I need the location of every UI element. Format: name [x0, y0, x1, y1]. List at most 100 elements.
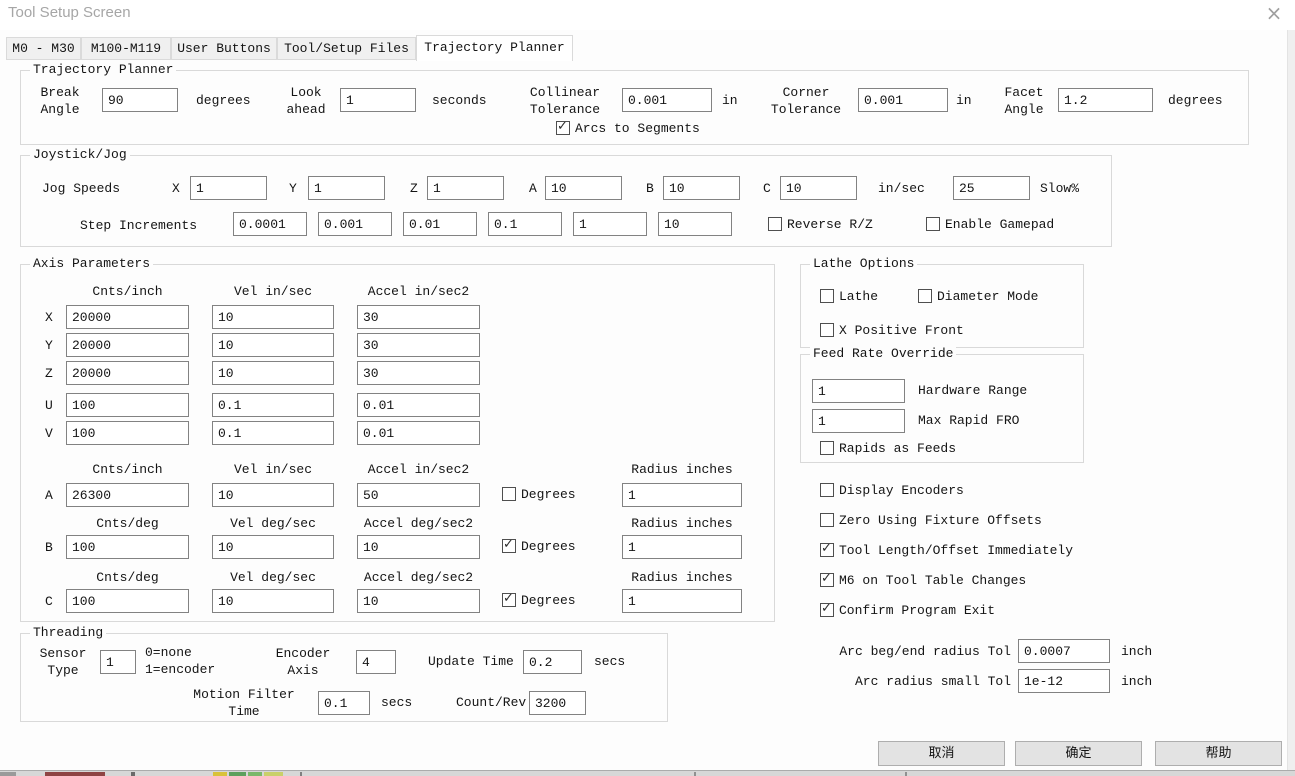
- encoder-axis-input[interactable]: [356, 650, 396, 674]
- update-time-input[interactable]: [523, 650, 582, 674]
- step-increment-5-input[interactable]: [573, 212, 647, 236]
- look-ahead-input[interactable]: [340, 88, 416, 112]
- axis-z-accel-input[interactable]: [357, 361, 480, 385]
- tool-setup-dialog: Tool Setup Screen × M0 - M30 M100-M119 U…: [0, 0, 1295, 776]
- break-angle-input[interactable]: [102, 88, 178, 112]
- axis-a-degrees-checkbox[interactable]: [502, 487, 516, 501]
- jog-speed-b-input[interactable]: [663, 176, 740, 200]
- display-encoders-label: Display Encoders: [839, 482, 964, 499]
- axis-u-cnts-input[interactable]: [66, 393, 189, 417]
- diameter-mode-checkbox[interactable]: [918, 289, 932, 303]
- axis-z-vel-input[interactable]: [212, 361, 334, 385]
- axis-c-vel-input[interactable]: [212, 589, 334, 613]
- slow-percent-input[interactable]: [953, 176, 1030, 200]
- help-button[interactable]: 帮助: [1155, 741, 1282, 766]
- ok-button[interactable]: 确定: [1015, 741, 1142, 766]
- slow-percent-label: Slow%: [1040, 180, 1079, 197]
- axis-c-header-cnts: Cnts/deg: [66, 569, 189, 586]
- motion-filter-time-unit: secs: [381, 694, 412, 711]
- tool-length-offset-immediately-checkbox[interactable]: [820, 543, 834, 557]
- corner-tolerance-input[interactable]: [858, 88, 948, 112]
- count-rev-input[interactable]: [529, 691, 586, 715]
- display-encoders-checkbox[interactable]: [820, 483, 834, 497]
- axis-x-accel-input[interactable]: [357, 305, 480, 329]
- axis-c-radius-input[interactable]: [622, 589, 742, 613]
- close-icon[interactable]: ×: [1259, 0, 1289, 26]
- motion-filter-time-input[interactable]: [318, 691, 370, 715]
- facet-angle-input[interactable]: [1058, 88, 1153, 112]
- jog-speed-a-input[interactable]: [545, 176, 622, 200]
- axis-a-cnts-input[interactable]: [66, 483, 189, 507]
- lathe-checkbox[interactable]: [820, 289, 834, 303]
- axis-b-vel-input[interactable]: [212, 535, 334, 559]
- step-increments-label: Step Increments: [80, 217, 197, 234]
- jog-axis-z-label: Z: [410, 180, 418, 197]
- arc-beg-end-radius-tol-input[interactable]: [1018, 639, 1110, 663]
- axis-u-vel-input[interactable]: [212, 393, 334, 417]
- title-bar: Tool Setup Screen ×: [0, 0, 1295, 30]
- tab-trajectory-planner[interactable]: Trajectory Planner: [416, 35, 573, 61]
- max-rapid-fro-input[interactable]: [812, 409, 905, 433]
- axis-c-cnts-input[interactable]: [66, 589, 189, 613]
- axis-a-header-radius: Radius inches: [622, 461, 742, 478]
- hardware-range-input[interactable]: [812, 379, 905, 403]
- axis-c-accel-input[interactable]: [357, 589, 480, 613]
- step-increment-3-input[interactable]: [403, 212, 477, 236]
- tool-length-offset-immediately-label: Tool Length/Offset Immediately: [839, 542, 1073, 559]
- corner-tolerance-unit: in: [956, 92, 972, 109]
- arc-radius-small-tol-input[interactable]: [1018, 669, 1110, 693]
- m6-on-tool-table-changes-checkbox[interactable]: [820, 573, 834, 587]
- right-edge-scrollbar[interactable]: [1287, 30, 1295, 770]
- axis-y-vel-input[interactable]: [212, 333, 334, 357]
- axis-y-accel-input[interactable]: [357, 333, 480, 357]
- zero-using-fixture-offsets-checkbox[interactable]: [820, 513, 834, 527]
- tab-m0-m30[interactable]: M0 - M30: [6, 37, 81, 60]
- axis-c-degrees-checkbox[interactable]: [502, 593, 516, 607]
- count-rev-label: Count/Rev: [456, 694, 526, 711]
- axis-u-accel-input[interactable]: [357, 393, 480, 417]
- step-increment-1-input[interactable]: [233, 212, 307, 236]
- axis-header-accel: Accel in/sec2: [357, 283, 480, 300]
- axis-b-accel-input[interactable]: [357, 535, 480, 559]
- enable-gamepad-checkbox[interactable]: [926, 217, 940, 231]
- axis-v-vel-input[interactable]: [212, 421, 334, 445]
- tab-user-buttons[interactable]: User Buttons: [171, 37, 277, 60]
- arcs-to-segments-checkbox[interactable]: [556, 121, 570, 135]
- axis-x-vel-input[interactable]: [212, 305, 334, 329]
- axis-b-radius-input[interactable]: [622, 535, 742, 559]
- step-increment-2-input[interactable]: [318, 212, 392, 236]
- jog-speed-z-input[interactable]: [427, 176, 504, 200]
- arc-radius-small-tol-label: Arc radius small Tol: [830, 673, 1011, 690]
- axis-header-vel: Vel in/sec: [212, 283, 334, 300]
- axis-v-accel-input[interactable]: [357, 421, 480, 445]
- max-rapid-fro-label: Max Rapid FRO: [918, 412, 1019, 429]
- axis-a-degrees-label: Degrees: [521, 486, 576, 503]
- axis-a-vel-input[interactable]: [212, 483, 334, 507]
- axis-a-accel-input[interactable]: [357, 483, 480, 507]
- axis-z-label: Z: [45, 365, 53, 382]
- axis-a-radius-input[interactable]: [622, 483, 742, 507]
- sensor-type-input[interactable]: [100, 650, 136, 674]
- axis-b-cnts-input[interactable]: [66, 535, 189, 559]
- confirm-program-exit-checkbox[interactable]: [820, 603, 834, 617]
- jog-speed-y-input[interactable]: [308, 176, 385, 200]
- tab-m100-m119[interactable]: M100-M119: [81, 37, 171, 60]
- axis-c-degrees-label: Degrees: [521, 592, 576, 609]
- x-positive-front-checkbox[interactable]: [820, 323, 834, 337]
- step-increment-6-input[interactable]: [658, 212, 732, 236]
- axis-y-cnts-input[interactable]: [66, 333, 189, 357]
- jog-speed-x-input[interactable]: [190, 176, 267, 200]
- axis-z-cnts-input[interactable]: [66, 361, 189, 385]
- break-angle-label: Break Angle: [28, 84, 92, 118]
- jog-speed-c-input[interactable]: [780, 176, 857, 200]
- axis-x-cnts-input[interactable]: [66, 305, 189, 329]
- axis-b-degrees-checkbox[interactable]: [502, 539, 516, 553]
- rapids-as-feeds-checkbox[interactable]: [820, 441, 834, 455]
- arc-radius-small-tol-unit: inch: [1121, 673, 1152, 690]
- tab-tool-setup-files[interactable]: Tool/Setup Files: [277, 37, 416, 60]
- reverse-rz-checkbox[interactable]: [768, 217, 782, 231]
- collinear-tolerance-input[interactable]: [622, 88, 712, 112]
- step-increment-4-input[interactable]: [488, 212, 562, 236]
- axis-v-cnts-input[interactable]: [66, 421, 189, 445]
- cancel-button[interactable]: 取消: [878, 741, 1005, 766]
